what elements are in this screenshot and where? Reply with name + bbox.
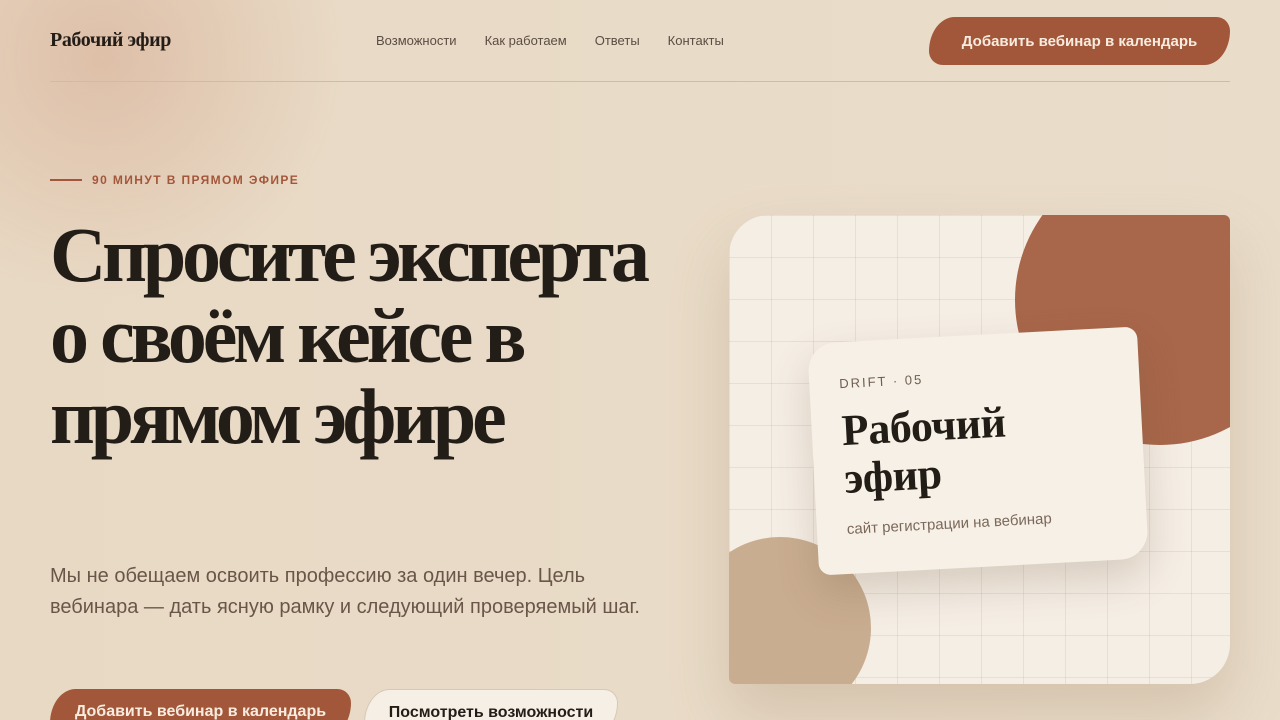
nav-link-how-we-work[interactable]: Как работаем [485,33,567,48]
main-nav: Возможности Как работаем Ответы Контакты [376,33,724,48]
hero-view-features-button[interactable]: Посмотреть возможности [364,689,618,720]
header-add-to-calendar-button[interactable]: Добавить вебинар в календарь [929,17,1230,65]
hero-add-to-calendar-button[interactable]: Добавить вебинар в календарь [50,689,351,720]
eyebrow-rule [50,179,82,181]
header-divider [50,81,1230,82]
nav-link-answers[interactable]: Ответы [595,33,640,48]
brand-logo[interactable]: Рабочий эфир [50,29,171,52]
event-card: DRIFT · 05 Рабочий эфир сайт регистрации… [807,326,1149,576]
eyebrow-text: 90 МИНУТ В ПРЯМОМ ЭФИРЕ [92,173,300,187]
hero-headline: Спросите эксперта о своём кейсе в прямом… [50,211,650,460]
event-card-tag: DRIFT · 05 [838,371,924,392]
hero-illustration: DRIFT · 05 Рабочий эфир сайт регистрации… [729,215,1230,684]
event-card-subtitle: сайт регистрации на вебинар [846,510,1053,538]
hero-eyebrow: 90 МИНУТ В ПРЯМОМ ЭФИРЕ [50,173,299,187]
nav-link-features[interactable]: Возможности [376,33,457,48]
hero-lead: Мы не обещаем освоить профессию за один … [50,565,640,618]
event-card-title: Рабочий эфир [840,397,1007,504]
nav-link-contacts[interactable]: Контакты [668,33,724,48]
